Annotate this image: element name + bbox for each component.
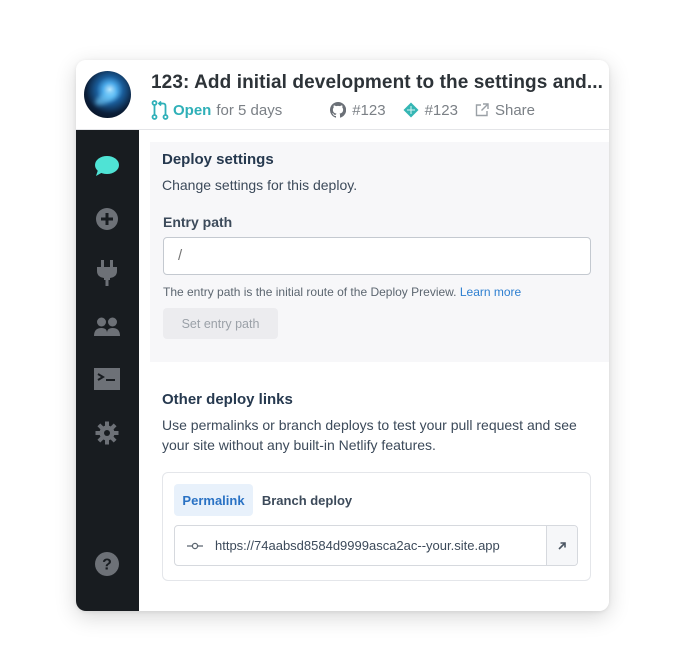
sidebar-item-add[interactable] (94, 206, 120, 232)
plug-icon (97, 260, 117, 286)
commit-icon (187, 542, 203, 549)
arrow-up-right-icon (558, 541, 566, 550)
github-link[interactable]: #123 (330, 101, 386, 119)
pull-request-icon (151, 100, 169, 120)
help-text: The entry path is the initial route of t… (163, 285, 457, 299)
sidebar-item-integrations[interactable] (94, 260, 120, 286)
external-share-icon (475, 103, 489, 117)
share-label: Share (494, 101, 535, 119)
status-duration: for 5 days (216, 101, 283, 119)
permalink-url-display[interactable]: https://74aabsd8584d9999asca2ac--your.si… (175, 526, 546, 565)
set-entry-path-button[interactable]: Set entry path (163, 308, 278, 339)
main-content: Deploy settings Change settings for this… (139, 130, 609, 611)
users-icon (94, 317, 120, 336)
gear-icon (95, 421, 119, 445)
permalink-url-field: https://74aabsd8584d9999asca2ac--your.si… (174, 525, 578, 566)
other-links-description-line1: Use permalinks or branch deploys to test… (162, 417, 577, 433)
tab-permalink[interactable]: Permalink (174, 484, 253, 516)
avatar (84, 71, 131, 118)
pr-meta: Open for 5 days #123 #123 Share (151, 99, 535, 121)
permalink-url: https://74aabsd8584d9999asca2ac--your.si… (215, 538, 500, 553)
sidebar-item-team[interactable] (94, 314, 120, 340)
deploy-settings-description: Change settings for this deploy. (162, 177, 358, 193)
share-button[interactable]: Share (475, 102, 535, 119)
plus-circle-icon (96, 208, 118, 230)
github-icon (330, 102, 347, 118)
entry-path-label: Entry path (163, 214, 233, 230)
entry-path-input[interactable] (163, 237, 591, 275)
github-ref: #123 (352, 101, 386, 119)
deploy-preview-card: 123: Add initial development to the sett… (76, 60, 609, 611)
help-icon: ? (95, 552, 119, 576)
comment-icon (95, 156, 119, 176)
learn-more-link[interactable]: Learn more (460, 285, 521, 299)
deploy-link[interactable]: #123 (403, 102, 458, 119)
tab-branch-deploy[interactable]: Branch deploy (259, 484, 355, 516)
deploy-ref: #123 (424, 101, 458, 119)
svg-text:?: ? (102, 557, 112, 574)
other-links-title: Other deploy links (162, 391, 293, 408)
open-url-button[interactable] (546, 526, 577, 565)
deploy-links-box: Permalink Branch deploy https://74aabsd8… (162, 472, 591, 581)
deploy-settings-title: Deploy settings (162, 151, 274, 168)
sidebar-item-settings[interactable] (94, 420, 120, 446)
status-open: Open (173, 101, 212, 119)
other-links-description-line2: your site without any built-in Netlify f… (162, 437, 436, 453)
sidebar: ? (76, 130, 139, 611)
sidebar-item-help[interactable]: ? (94, 551, 120, 577)
pr-status: Open for 5 days (151, 100, 282, 120)
header: 123: Add initial development to the sett… (76, 60, 609, 130)
sidebar-item-comments[interactable] (94, 153, 120, 179)
netlify-icon (403, 102, 419, 118)
terminal-icon (94, 368, 120, 390)
deploy-settings-panel: Deploy settings Change settings for this… (150, 142, 609, 362)
other-links-description: Use permalinks or branch deploys to test… (162, 415, 577, 455)
entry-path-help: The entry path is the initial route of t… (163, 285, 521, 299)
sidebar-item-terminal[interactable] (94, 366, 120, 392)
page-title: 123: Add initial development to the sett… (151, 72, 604, 93)
